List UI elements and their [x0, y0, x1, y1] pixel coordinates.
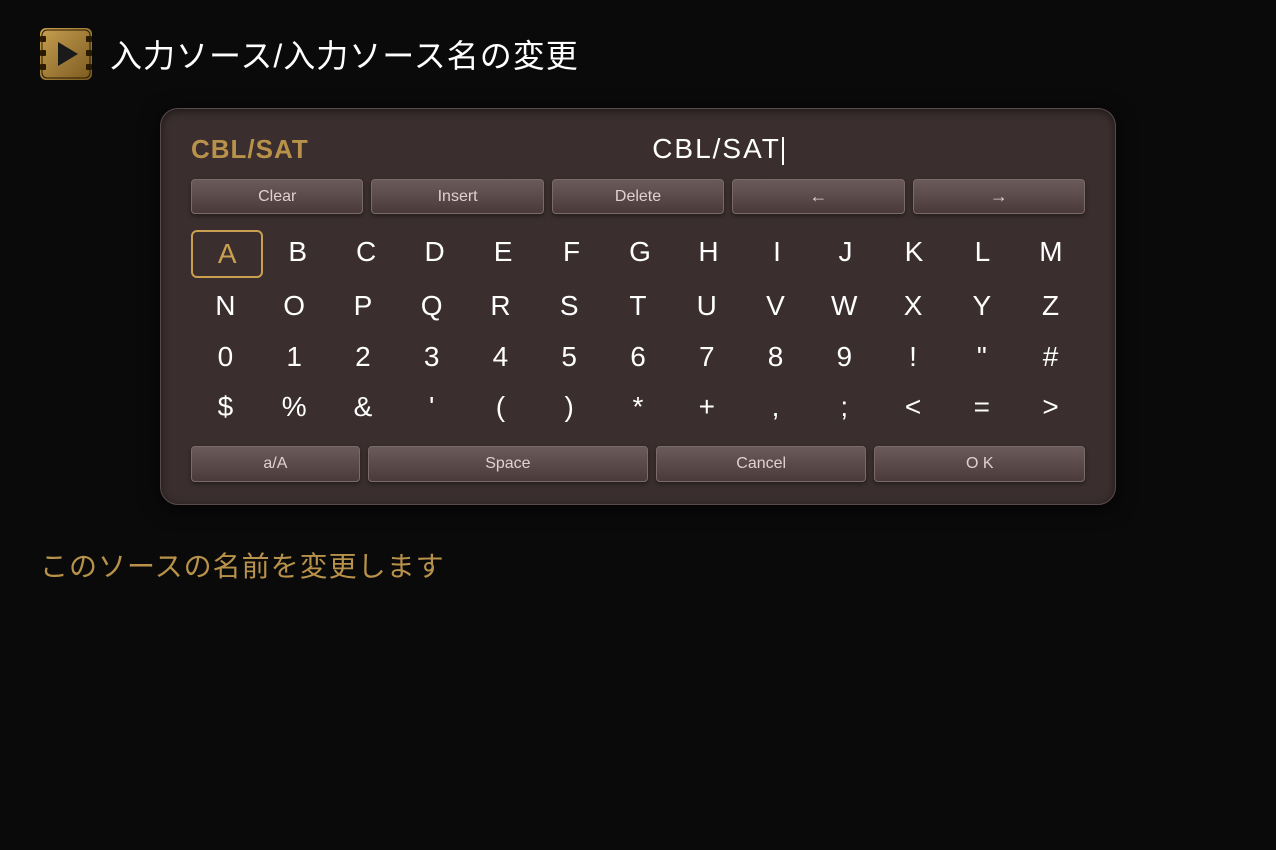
control-row: Clear Insert Delete ← →	[191, 179, 1085, 214]
delete-button[interactable]: Delete	[552, 179, 724, 214]
case-toggle-button[interactable]: a/A	[191, 446, 360, 482]
key-4[interactable]: 4	[466, 335, 535, 379]
key-J[interactable]: J	[811, 230, 879, 278]
key-N[interactable]: N	[191, 284, 260, 328]
key-close-paren[interactable]: )	[535, 385, 604, 429]
input-text: CBL/SAT	[652, 133, 781, 164]
key-M[interactable]: M	[1017, 230, 1085, 278]
key-percent[interactable]: %	[260, 385, 329, 429]
key-6[interactable]: 6	[604, 335, 673, 379]
key-comma[interactable]: ,	[741, 385, 810, 429]
key-A[interactable]: A	[191, 230, 263, 278]
key-less[interactable]: <	[879, 385, 948, 429]
input-label: CBL/SAT	[191, 134, 351, 165]
key-row-3: 0 1 2 3 4 5 6 7 8 9 ! " #	[191, 335, 1085, 379]
key-ampersand[interactable]: &	[329, 385, 398, 429]
key-I[interactable]: I	[743, 230, 811, 278]
insert-button[interactable]: Insert	[371, 179, 543, 214]
footer-description: このソースの名前を変更します	[0, 505, 1276, 625]
bottom-row: a/A Space Cancel O K	[191, 446, 1085, 482]
page-title: 入力ソース/入力ソース名の変更	[110, 31, 579, 77]
key-Y[interactable]: Y	[947, 284, 1016, 328]
cursor	[782, 137, 784, 165]
key-quote[interactable]: "	[947, 335, 1016, 379]
key-R[interactable]: R	[466, 284, 535, 328]
key-Z[interactable]: Z	[1016, 284, 1085, 328]
key-E[interactable]: E	[469, 230, 537, 278]
right-arrow-button[interactable]: →	[913, 179, 1085, 214]
text-input-display: CBL/SAT	[351, 133, 1085, 165]
key-3[interactable]: 3	[397, 335, 466, 379]
key-D[interactable]: D	[400, 230, 468, 278]
key-S[interactable]: S	[535, 284, 604, 328]
cancel-button[interactable]: Cancel	[656, 446, 867, 482]
key-rows: A B C D E F G H I J K L M N O P Q R S T …	[191, 230, 1085, 430]
clear-button[interactable]: Clear	[191, 179, 363, 214]
header: 入力ソース/入力ソース名の変更	[0, 0, 1276, 108]
keyboard-panel: CBL/SAT CBL/SAT Clear Insert Delete ← → …	[160, 108, 1116, 505]
key-apostrophe[interactable]: '	[397, 385, 466, 429]
left-arrow-button[interactable]: ←	[732, 179, 904, 214]
key-C[interactable]: C	[332, 230, 400, 278]
key-hash[interactable]: #	[1016, 335, 1085, 379]
key-asterisk[interactable]: *	[604, 385, 673, 429]
key-Q[interactable]: Q	[397, 284, 466, 328]
key-row-1: A B C D E F G H I J K L M	[191, 230, 1085, 278]
key-open-paren[interactable]: (	[466, 385, 535, 429]
space-button[interactable]: Space	[368, 446, 648, 482]
key-greater[interactable]: >	[1016, 385, 1085, 429]
key-7[interactable]: 7	[672, 335, 741, 379]
key-U[interactable]: U	[672, 284, 741, 328]
key-F[interactable]: F	[537, 230, 605, 278]
key-G[interactable]: G	[606, 230, 674, 278]
key-dollar[interactable]: $	[191, 385, 260, 429]
key-0[interactable]: 0	[191, 335, 260, 379]
key-O[interactable]: O	[260, 284, 329, 328]
input-section: CBL/SAT CBL/SAT	[191, 133, 1085, 165]
key-H[interactable]: H	[674, 230, 742, 278]
key-row-2: N O P Q R S T U V W X Y Z	[191, 284, 1085, 328]
key-1[interactable]: 1	[260, 335, 329, 379]
key-L[interactable]: L	[948, 230, 1016, 278]
key-V[interactable]: V	[741, 284, 810, 328]
key-K[interactable]: K	[880, 230, 948, 278]
key-exclaim[interactable]: !	[879, 335, 948, 379]
key-8[interactable]: 8	[741, 335, 810, 379]
key-9[interactable]: 9	[810, 335, 879, 379]
key-row-4: $ % & ' ( ) * + , ; < = >	[191, 385, 1085, 429]
key-2[interactable]: 2	[329, 335, 398, 379]
key-plus[interactable]: +	[672, 385, 741, 429]
key-P[interactable]: P	[329, 284, 398, 328]
key-T[interactable]: T	[604, 284, 673, 328]
key-B[interactable]: B	[263, 230, 331, 278]
app-icon	[40, 28, 92, 80]
ok-button[interactable]: O K	[874, 446, 1085, 482]
key-semicolon[interactable]: ;	[810, 385, 879, 429]
key-W[interactable]: W	[810, 284, 879, 328]
key-5[interactable]: 5	[535, 335, 604, 379]
key-X[interactable]: X	[879, 284, 948, 328]
key-equals[interactable]: =	[947, 385, 1016, 429]
